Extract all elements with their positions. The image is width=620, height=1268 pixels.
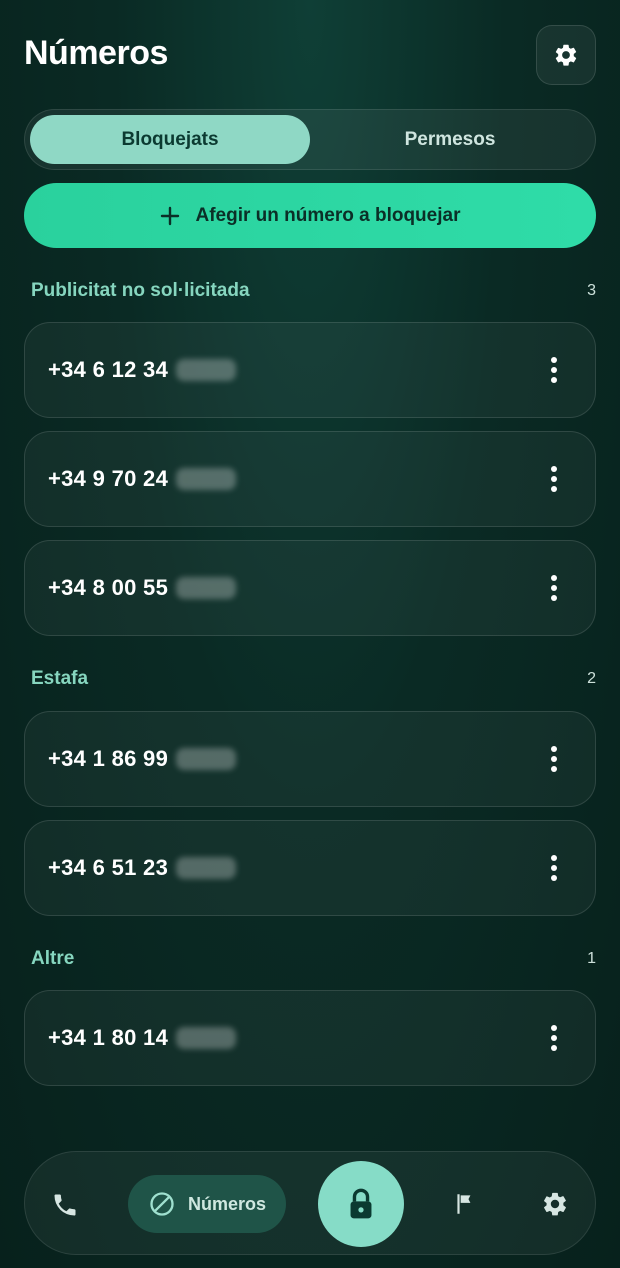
blocked-number-row[interactable]: +34 1 86 99 [24, 711, 596, 807]
blocked-number-row[interactable]: +34 6 51 23 [24, 820, 596, 916]
section-header-publicitat: Publicitat no sol·licitada 3 [31, 280, 596, 302]
tab-switcher: Bloquejats Permesos [24, 109, 596, 170]
nav-reports[interactable] [450, 1189, 480, 1219]
nav-numbers[interactable]: Números [128, 1175, 286, 1233]
blocked-number-row[interactable]: +34 6 12 34 [24, 322, 596, 418]
lock-button[interactable] [318, 1161, 404, 1247]
section-title: Estafa [31, 668, 89, 689]
nav-calls[interactable] [47, 1187, 83, 1223]
section-count: 3 [587, 282, 596, 299]
section-count: 1 [587, 950, 596, 967]
add-button-label: Afegir un número a bloquejar [195, 204, 461, 226]
lock-icon [350, 1188, 372, 1219]
phone-number: +34 1 80 14 [48, 1025, 169, 1050]
redacted-digits [176, 359, 237, 381]
phone-number: +34 6 12 34 [48, 357, 169, 382]
block-icon [150, 1192, 174, 1216]
phone-number: +34 1 86 99 [48, 746, 169, 771]
blocked-number-row[interactable]: +34 1 80 14 [24, 990, 596, 1086]
more-options-icon[interactable] [549, 466, 559, 492]
section-header-altre: Altre 1 [31, 948, 596, 970]
redacted-digits [176, 577, 237, 599]
add-blocked-number-button[interactable]: Afegir un número a bloquejar [24, 183, 596, 248]
more-options-icon[interactable] [549, 575, 559, 601]
plus-icon [160, 206, 179, 225]
gear-icon [544, 1192, 566, 1216]
nav-numbers-label: Números [187, 1193, 267, 1214]
flag-icon [457, 1194, 471, 1214]
section-header-estafa: Estafa 2 [31, 668, 596, 690]
bottom-navigation: Números [24, 1151, 596, 1255]
nav-settings[interactable] [538, 1187, 572, 1221]
page-title: Números [24, 34, 168, 72]
phone-number: +34 9 70 24 [48, 466, 169, 491]
gear-icon [555, 44, 577, 66]
tab-permesos[interactable]: Permesos [310, 115, 590, 164]
redacted-digits [176, 748, 237, 770]
phone-number: +34 6 51 23 [48, 855, 169, 880]
section-title: Altre [31, 948, 75, 969]
section-count: 2 [587, 670, 596, 687]
redacted-digits [176, 857, 237, 879]
more-options-icon[interactable] [549, 357, 559, 383]
more-options-icon[interactable] [549, 1025, 559, 1051]
phone-number: +34 8 00 55 [48, 575, 169, 600]
redacted-digits [176, 1027, 237, 1049]
tab-bloquejats[interactable]: Bloquejats [30, 115, 310, 164]
blocked-number-row[interactable]: +34 9 70 24 [24, 431, 596, 527]
redacted-digits [176, 468, 237, 490]
blocked-number-row[interactable]: +34 8 00 55 [24, 540, 596, 636]
more-options-icon[interactable] [549, 746, 559, 772]
settings-button[interactable] [536, 25, 596, 85]
more-options-icon[interactable] [549, 855, 559, 881]
section-title: Publicitat no sol·licitada [31, 280, 250, 301]
phone-icon [54, 1194, 76, 1216]
